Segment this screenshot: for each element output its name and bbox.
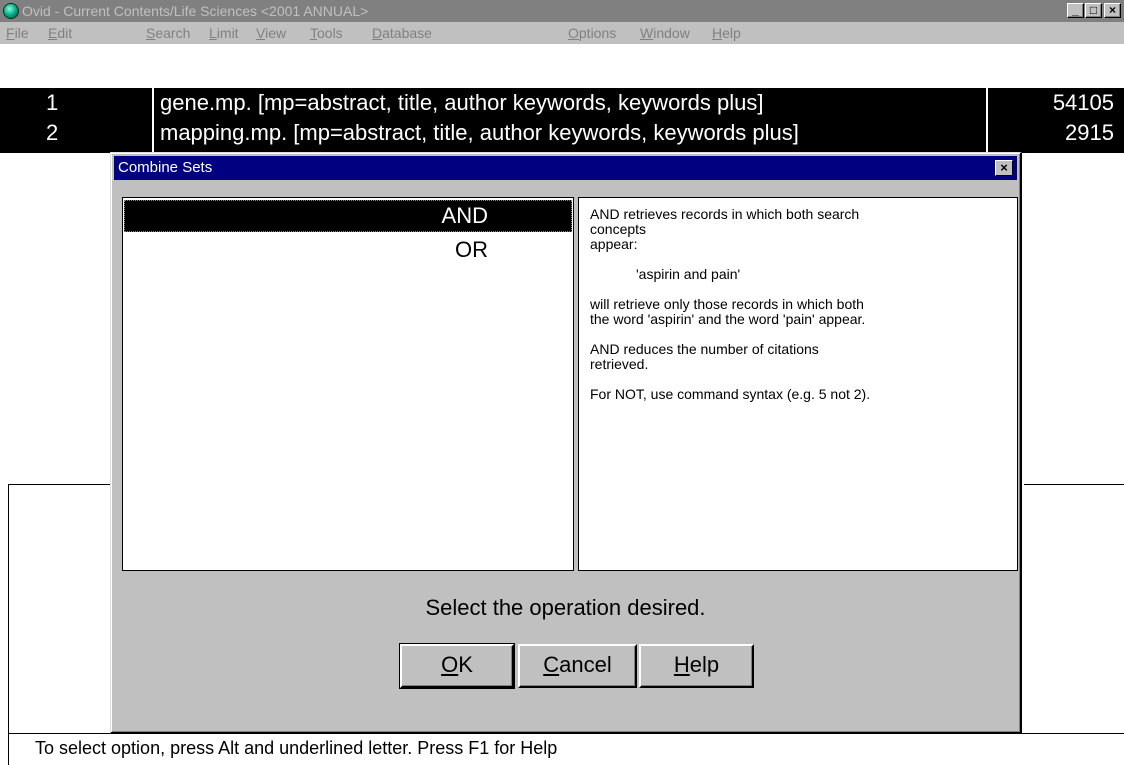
pane-divider	[1024, 484, 1124, 485]
menu-edit[interactable]: Edit	[48, 22, 72, 44]
history-result-count: 2915	[1065, 120, 1114, 145]
history-query: gene.mp. [mp=abstract, title, author key…	[160, 90, 764, 115]
help-text-line: appear:	[590, 236, 638, 252]
operation-and[interactable]: AND	[124, 200, 572, 232]
help-text-line: AND retrieves records in which both sear…	[590, 206, 860, 237]
pane-left-border	[8, 485, 9, 735]
help-text-line: AND reduces the number of citations retr…	[590, 341, 819, 372]
history-row-2[interactable]: 2 mapping.mp. [mp=abstract, title, autho…	[0, 118, 1124, 153]
menu-help[interactable]: Help	[712, 22, 741, 44]
operation-list[interactable]: AND OR	[122, 197, 574, 571]
menu-window[interactable]: Window	[640, 22, 690, 44]
help-text-line: will retrieve only those records in whic…	[590, 296, 866, 327]
menu-database[interactable]: Database	[372, 22, 432, 44]
menu-options[interactable]: Options	[568, 22, 616, 44]
window-titlebar[interactable]: Ovid - Current Contents/Life Sciences <2…	[0, 0, 1124, 22]
instruction-text: Select the operation desired.	[425, 595, 706, 620]
menu-bar: File Edit Search Limit View Tools Databa…	[0, 22, 1124, 44]
history-column-divider	[986, 88, 988, 153]
minimize-button[interactable]: _	[1067, 3, 1084, 18]
cancel-button[interactable]: Cancel	[518, 644, 637, 688]
history-query: mapping.mp. [mp=abstract, title, author …	[160, 120, 799, 145]
menu-tools[interactable]: Tools	[310, 22, 343, 44]
history-row-1[interactable]: 1 gene.mp. [mp=abstract, title, author k…	[0, 88, 1124, 118]
dialog-close-button[interactable]: ×	[995, 160, 1013, 176]
operation-help-panel: AND retrieves records in which both sear…	[578, 197, 1018, 571]
history-result-count: 54105	[1052, 90, 1114, 115]
menu-limit[interactable]: Limit	[209, 22, 239, 44]
history-set-number: 1	[46, 90, 59, 115]
help-example: 'aspirin and pain'	[636, 266, 741, 282]
dialog-title: Combine Sets	[118, 159, 213, 176]
pane-divider	[8, 484, 110, 485]
close-window-button[interactable]: ×	[1104, 3, 1121, 18]
help-text-line: For NOT, use command syntax (e.g. 5 not …	[590, 386, 871, 402]
maximize-button[interactable]: □	[1085, 3, 1102, 18]
ovid-app-icon[interactable]	[3, 3, 19, 19]
menu-search[interactable]: Search	[146, 22, 190, 44]
combine-sets-dialog: Combine Sets × AND OR AND retrieves reco…	[110, 152, 1022, 734]
status-bar: To select option, press Alt and underlin…	[8, 733, 1124, 765]
menu-view[interactable]: View	[256, 22, 286, 44]
ok-button[interactable]: OK	[399, 643, 515, 689]
menu-file[interactable]: File	[6, 22, 29, 44]
help-button[interactable]: Help	[639, 644, 754, 688]
operation-or[interactable]: OR	[124, 234, 572, 266]
dialog-titlebar[interactable]: Combine Sets ×	[114, 156, 1017, 180]
history-set-number: 2	[46, 120, 59, 145]
history-column-divider	[152, 88, 154, 153]
window-title: Ovid - Current Contents/Life Sciences <2…	[22, 3, 369, 19]
